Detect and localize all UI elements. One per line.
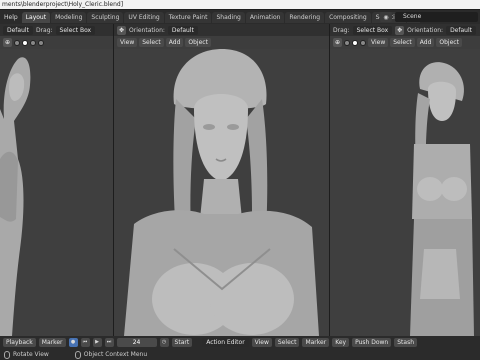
viewport-right-header: Drag: Select Box ✥ Orientation: Default	[330, 24, 480, 36]
key-menu[interactable]: Key	[332, 338, 350, 347]
view-menu[interactable]: View	[368, 38, 389, 47]
viewport-middle[interactable]: ✥ Orientation: Default View Select Add O…	[114, 24, 329, 336]
viewport-right[interactable]: Drag: Select Box ✥ Orientation: Default …	[330, 24, 480, 336]
figure-middle-image	[124, 49, 319, 336]
viewport-left-toolbar: ⊕	[0, 37, 113, 48]
object-context-hint: Object Context Menu	[71, 350, 148, 359]
select-menu[interactable]: Select	[274, 338, 300, 347]
jump-start-icon[interactable]: ⏮	[80, 338, 90, 347]
orientation-dropdown[interactable]: Default	[167, 25, 198, 35]
viewport-right-toolbar: ⊕ View Select Add Object	[330, 37, 480, 48]
orientation-label: Orientation:	[407, 26, 444, 34]
drag-dropdown[interactable]: Select Box	[55, 25, 96, 35]
viewport-middle-canvas[interactable]	[114, 49, 329, 336]
tab-shading[interactable]: Shading	[212, 11, 245, 23]
mouse-icon	[4, 350, 10, 359]
shading-render-icon[interactable]	[38, 39, 44, 46]
orientation-label: Orientation:	[129, 26, 165, 34]
rotate-view-label: Rotate View	[13, 351, 49, 358]
scene-selector[interactable]: ◉ Scene	[380, 12, 478, 22]
record-icon[interactable]: ●	[68, 338, 78, 347]
object-context-label: Object Context Menu	[83, 351, 148, 358]
shading-wire-icon[interactable]	[14, 39, 20, 46]
add-menu[interactable]: Add	[165, 38, 184, 47]
view-menu[interactable]: View	[117, 38, 138, 47]
viewport-right-canvas[interactable]	[330, 49, 480, 336]
viewport-middle-header: ✥ Orientation: Default	[114, 24, 329, 36]
viewport-left-header: Default Drag: Select Box	[0, 24, 113, 36]
tab-rendering[interactable]: Rendering	[285, 11, 325, 23]
timeline-header: Playback Marker ● ⏮ ▶ ⏭ 24 ◷ Start Actio…	[0, 336, 480, 349]
status-bar: Rotate View Object Context Menu	[0, 349, 480, 360]
add-menu[interactable]: Add	[416, 38, 435, 47]
transform-icon[interactable]: ✥	[117, 25, 126, 35]
shading-wire-icon[interactable]	[344, 39, 350, 46]
view-menu[interactable]: View	[251, 338, 272, 347]
help-menu[interactable]: Help	[0, 14, 22, 21]
push-down-button[interactable]: Push Down	[352, 338, 392, 347]
mouse-icon	[74, 350, 81, 359]
tab-uv-editing[interactable]: UV Editing	[124, 11, 164, 23]
shading-solid-icon[interactable]	[352, 39, 358, 46]
figure-left-image	[0, 57, 31, 336]
figure-right-image	[410, 62, 474, 336]
tab-compositing[interactable]: Compositing	[325, 11, 371, 23]
clock-icon[interactable]: ◷	[159, 338, 169, 347]
rotate-view-hint: Rotate View	[0, 350, 49, 359]
tab-modeling[interactable]: Modeling	[51, 11, 87, 23]
object-menu[interactable]: Object	[185, 38, 211, 47]
scene-icon: ◉	[380, 12, 392, 22]
drag-dropdown[interactable]: Select Box	[352, 25, 393, 35]
action-editor-dropdown[interactable]: Action Editor	[202, 338, 249, 347]
window-title: ments\blenderproject\Holy_Cleric.blend]	[0, 0, 480, 9]
select-menu[interactable]: Select	[390, 38, 415, 47]
current-frame-field[interactable]: 24	[116, 338, 157, 347]
tab-layout[interactable]: Layout	[21, 11, 51, 23]
start-frame-field[interactable]: Start	[171, 338, 193, 347]
select-menu[interactable]: Select	[139, 38, 164, 47]
playback-menu[interactable]: Playback	[3, 338, 36, 347]
viewport-middle-menu: View Select Add Object	[114, 37, 329, 48]
orientation-dropdown[interactable]: Default	[3, 25, 33, 35]
tab-texture-paint[interactable]: Texture Paint	[164, 11, 212, 23]
shading-material-icon[interactable]	[30, 39, 36, 46]
orientation-dropdown[interactable]: Default	[446, 25, 477, 35]
shading-material-icon[interactable]	[360, 39, 366, 46]
transform-icon[interactable]: ✥	[395, 25, 405, 35]
shading-solid-icon[interactable]	[22, 39, 28, 46]
marker-menu[interactable]: Marker	[38, 338, 66, 347]
drag-label: Drag:	[35, 26, 53, 34]
tab-sculpting[interactable]: Sculpting	[87, 11, 124, 23]
scene-name[interactable]: Scene	[395, 12, 478, 22]
marker-menu-2[interactable]: Marker	[302, 338, 330, 347]
stash-button[interactable]: Stash	[394, 338, 418, 347]
drag-label: Drag:	[333, 26, 350, 34]
global-icon[interactable]: ⊕	[333, 38, 342, 47]
tab-animation[interactable]: Animation	[245, 11, 285, 23]
viewport-left[interactable]: Default Drag: Select Box ⊕	[0, 24, 113, 336]
viewport-left-canvas[interactable]	[0, 49, 113, 336]
global-icon[interactable]: ⊕	[3, 38, 12, 47]
play-icon[interactable]: ▶	[92, 338, 102, 347]
object-menu[interactable]: Object	[436, 38, 462, 47]
jump-end-icon[interactable]: ⏭	[104, 338, 114, 347]
